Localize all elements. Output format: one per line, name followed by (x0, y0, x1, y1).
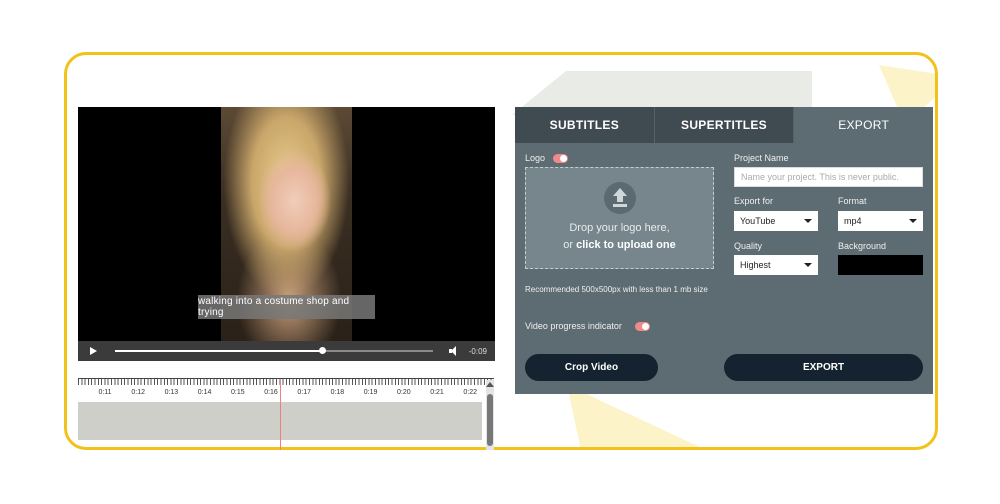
time-remaining: -0:09 (468, 346, 487, 356)
scroll-up-icon[interactable] (486, 382, 494, 387)
background-label: Background (838, 241, 887, 251)
project-name-label: Project Name (734, 153, 789, 163)
subtitle-text: walking into a costume shop and trying (198, 296, 350, 318)
dropzone-line1: Drop your logo here, (569, 222, 670, 234)
timeline-tick-label: 0:11 (98, 389, 112, 396)
chevron-down-icon (804, 219, 812, 223)
upload-icon (603, 182, 636, 214)
seek-bar-knob[interactable] (318, 347, 326, 354)
video-player[interactable]: walking into a costume shop and trying -… (78, 107, 495, 361)
timeline-tick-label: 0:13 (164, 389, 179, 396)
timeline-tick-label: 0:17 (297, 389, 311, 396)
export-for-label: Export for (734, 196, 774, 206)
timeline-tick-label: 0:15 (230, 389, 245, 396)
chevron-down-icon (909, 219, 917, 223)
progress-indicator-toggle[interactable] (635, 322, 650, 331)
quality-label: Quality (734, 241, 763, 251)
timeline-playhead[interactable] (280, 380, 281, 450)
chevron-down-icon (804, 263, 812, 267)
panel-tabs: SUBTITLES SUPERTITLES EXPORT (515, 107, 934, 143)
timeline-tick-label: 0:19 (363, 389, 378, 396)
export-button[interactable]: EXPORT (724, 354, 923, 381)
timeline-tick-label: 0:16 (264, 389, 278, 396)
format-label: Format (838, 196, 867, 206)
volume-icon[interactable] (448, 346, 461, 356)
dropzone-line2: or click to upload one (563, 237, 675, 254)
timeline-tick-label: 0:20 (396, 389, 411, 396)
play-icon[interactable] (90, 347, 97, 355)
format-select[interactable]: mp4 (838, 211, 923, 231)
timeline[interactable]: 0:11 0:12 0:13 0:14 0:15 0:16 0:17 0:18 0:19 0:20… (78, 378, 494, 450)
background-color-swatch[interactable] (838, 255, 923, 275)
timeline-tick-label: 0:22 (463, 389, 477, 396)
timeline-tick-label: 0:21 (430, 389, 444, 396)
player-controls: -0:09 (78, 341, 495, 361)
project-name-input[interactable]: Name your project. This is never public. (734, 167, 923, 187)
scrollbar-thumb[interactable] (487, 394, 493, 446)
tab-export[interactable]: EXPORT (794, 107, 934, 143)
tab-supertitles[interactable]: SUPERTITLES (655, 107, 795, 143)
subtitle-overlay: walking into a costume shop and trying (198, 295, 375, 319)
logo-toggle[interactable] (553, 154, 568, 163)
seek-bar[interactable] (115, 347, 433, 354)
timeline-scrollbar[interactable] (486, 380, 494, 450)
timeline-tick-label: 0:14 (197, 389, 212, 396)
tab-subtitles[interactable]: SUBTITLES (515, 107, 655, 143)
dropzone-or: or (563, 239, 574, 251)
seek-bar-fill (115, 350, 322, 352)
export-for-value: YouTube (740, 216, 776, 226)
timeline-tick-label: 0:12 (131, 389, 145, 396)
timeline-ruler[interactable]: 0:11 0:12 0:13 0:14 0:15 0:16 0:17 0:18 0:19 0:20… (78, 378, 494, 400)
logo-recommendation: Recommended 500x500px with less than 1 m… (525, 285, 708, 294)
export-for-select[interactable]: YouTube (734, 211, 818, 231)
logo-label: Logo (525, 153, 546, 163)
quality-select[interactable]: Highest (734, 255, 818, 275)
format-value: mp4 (844, 216, 862, 226)
upload-link[interactable]: click to upload one (576, 239, 676, 251)
decorative-shape (567, 385, 717, 447)
crop-video-button[interactable]: Crop Video (525, 354, 658, 381)
timeline-tick-label: 0:18 (330, 389, 345, 396)
progress-indicator-label: Video progress indicator (525, 321, 622, 331)
logo-dropzone[interactable]: Drop your logo here, or click to upload … (525, 167, 714, 269)
dropzone-text: Drop your logo here, or click to upload … (563, 220, 675, 254)
quality-value: Highest (740, 260, 771, 270)
settings-panel: SUBTITLES SUPERTITLES EXPORT Logo Drop y… (515, 107, 934, 394)
